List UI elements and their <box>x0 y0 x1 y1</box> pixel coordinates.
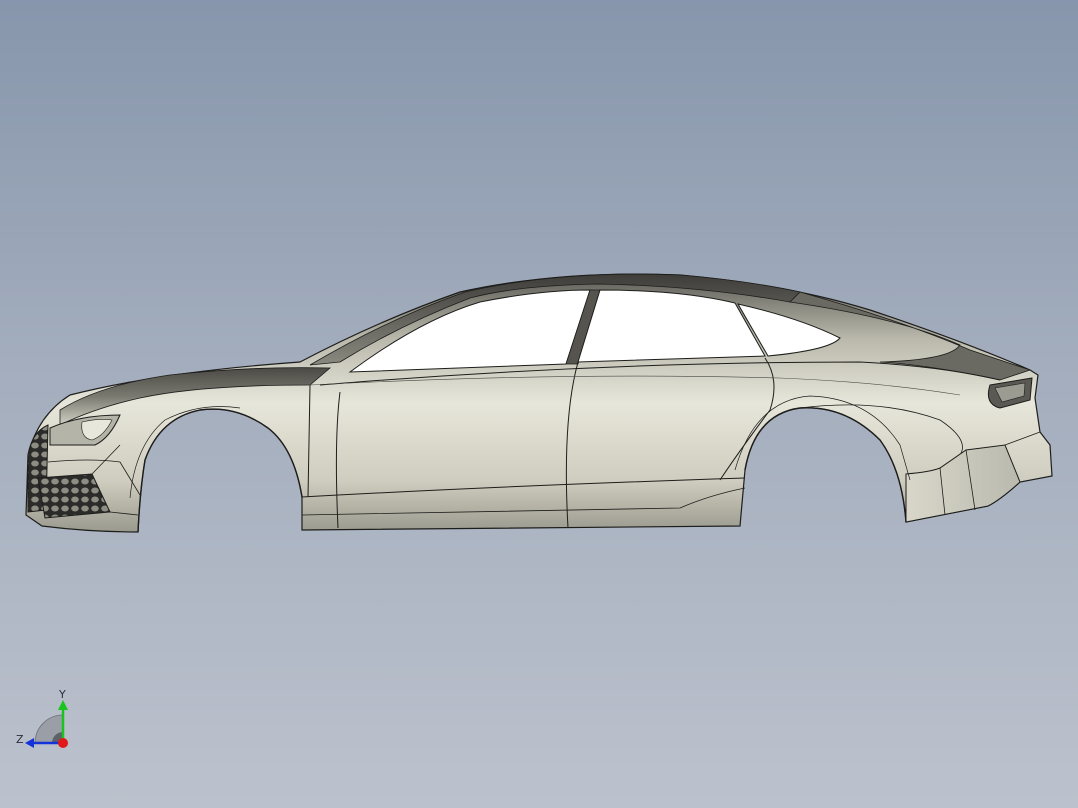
orientation-triad[interactable]: Y Z <box>10 686 80 756</box>
y-axis-arrow <box>58 700 68 710</box>
graphics-viewport[interactable]: Y Z <box>0 0 1078 808</box>
z-axis-arrow <box>25 738 34 748</box>
y-axis-label: Y <box>58 688 66 701</box>
z-axis-label: Z <box>16 733 24 746</box>
car-body-model[interactable] <box>0 0 1078 808</box>
x-axis-dot <box>58 738 68 748</box>
